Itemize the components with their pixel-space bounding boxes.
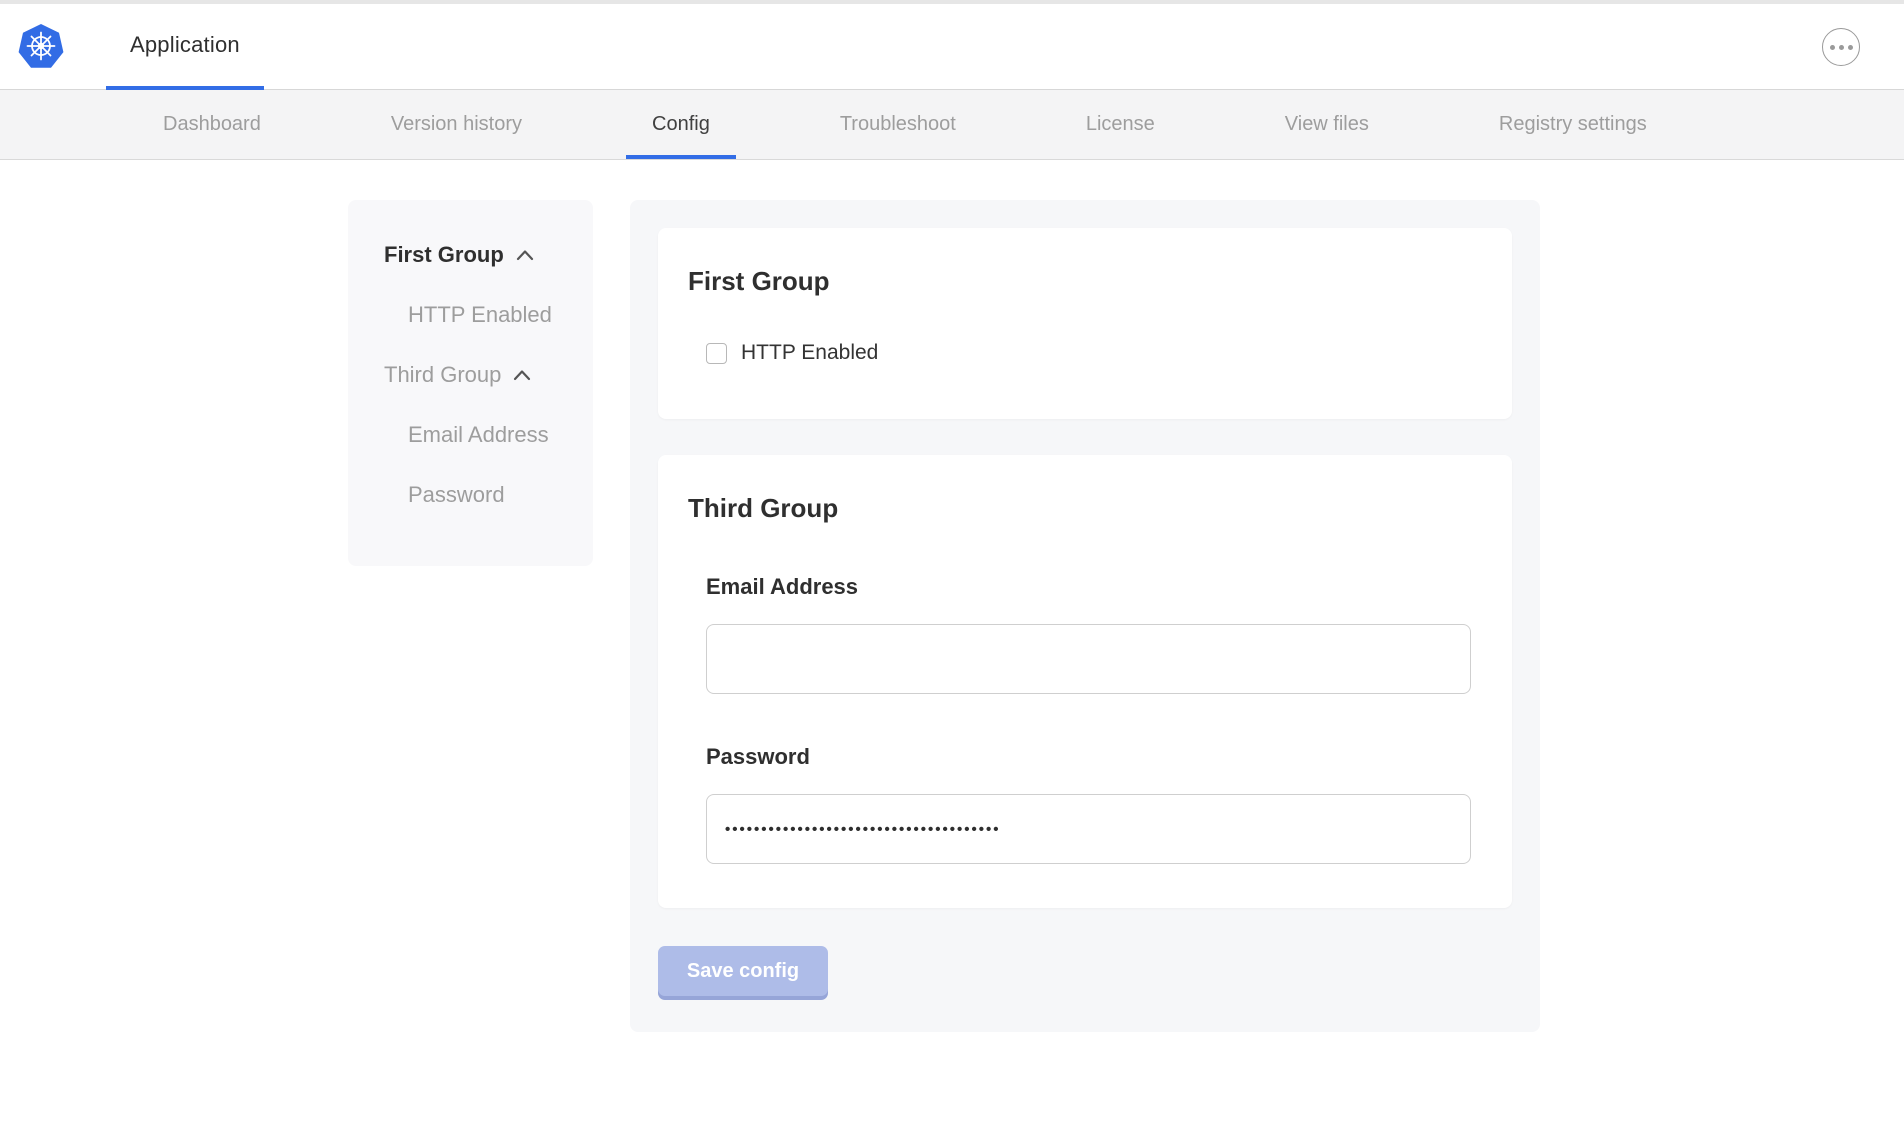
sidebar-item-password[interactable]: Password: [408, 482, 577, 508]
ellipsis-icon: [1830, 45, 1835, 50]
password-field-group: Password: [706, 744, 1482, 864]
ellipsis-menu-button[interactable]: [1822, 28, 1860, 66]
chevron-up-icon: [513, 369, 531, 381]
config-page: First Group HTTP Enabled Third Group Ema…: [0, 160, 1904, 1032]
ellipsis-icon: [1839, 45, 1844, 50]
tab-view-files[interactable]: View files: [1259, 90, 1395, 159]
ellipsis-icon: [1848, 45, 1853, 50]
tab-dashboard[interactable]: Dashboard: [137, 90, 287, 159]
sidebar-group-label: First Group: [384, 242, 504, 268]
sidebar-item-third-group[interactable]: Third Group: [384, 362, 577, 388]
password-label: Password: [706, 744, 1482, 770]
http-enabled-label[interactable]: HTTP Enabled: [741, 341, 878, 365]
tab-application[interactable]: Application: [106, 4, 264, 90]
tab-license[interactable]: License: [1060, 90, 1181, 159]
config-group-card-first: First Group HTTP Enabled: [658, 228, 1512, 419]
tab-config[interactable]: Config: [626, 90, 736, 159]
chevron-up-icon: [516, 249, 534, 261]
config-nav-sidebar: First Group HTTP Enabled Third Group Ema…: [348, 200, 593, 566]
kubernetes-logo-icon: [18, 24, 64, 70]
tab-registry-settings[interactable]: Registry settings: [1473, 90, 1673, 159]
tab-version-history[interactable]: Version history: [365, 90, 548, 159]
http-enabled-checkbox[interactable]: [706, 343, 727, 364]
email-address-input[interactable]: [706, 624, 1471, 694]
sidebar-item-http-enabled[interactable]: HTTP Enabled: [408, 302, 577, 328]
sidebar-group-label: Third Group: [384, 362, 501, 388]
group-title: First Group: [688, 266, 1482, 297]
sidebar-item-first-group[interactable]: First Group: [384, 242, 577, 268]
password-input[interactable]: [706, 794, 1471, 864]
config-panel: First Group HTTP Enabled Third Group Ema…: [630, 200, 1540, 1032]
tab-troubleshoot[interactable]: Troubleshoot: [814, 90, 982, 159]
email-address-field-group: Email Address: [706, 574, 1482, 694]
sidebar-item-email-address[interactable]: Email Address: [408, 422, 577, 448]
save-config-button[interactable]: Save config: [658, 946, 828, 996]
email-address-label: Email Address: [706, 574, 1482, 600]
app-header: Application: [0, 4, 1904, 90]
config-group-card-third: Third Group Email Address Password: [658, 455, 1512, 908]
group-title: Third Group: [688, 493, 1482, 524]
app-subnav: Dashboard Version history Config Trouble…: [0, 90, 1904, 160]
http-enabled-row: HTTP Enabled: [706, 341, 1482, 365]
